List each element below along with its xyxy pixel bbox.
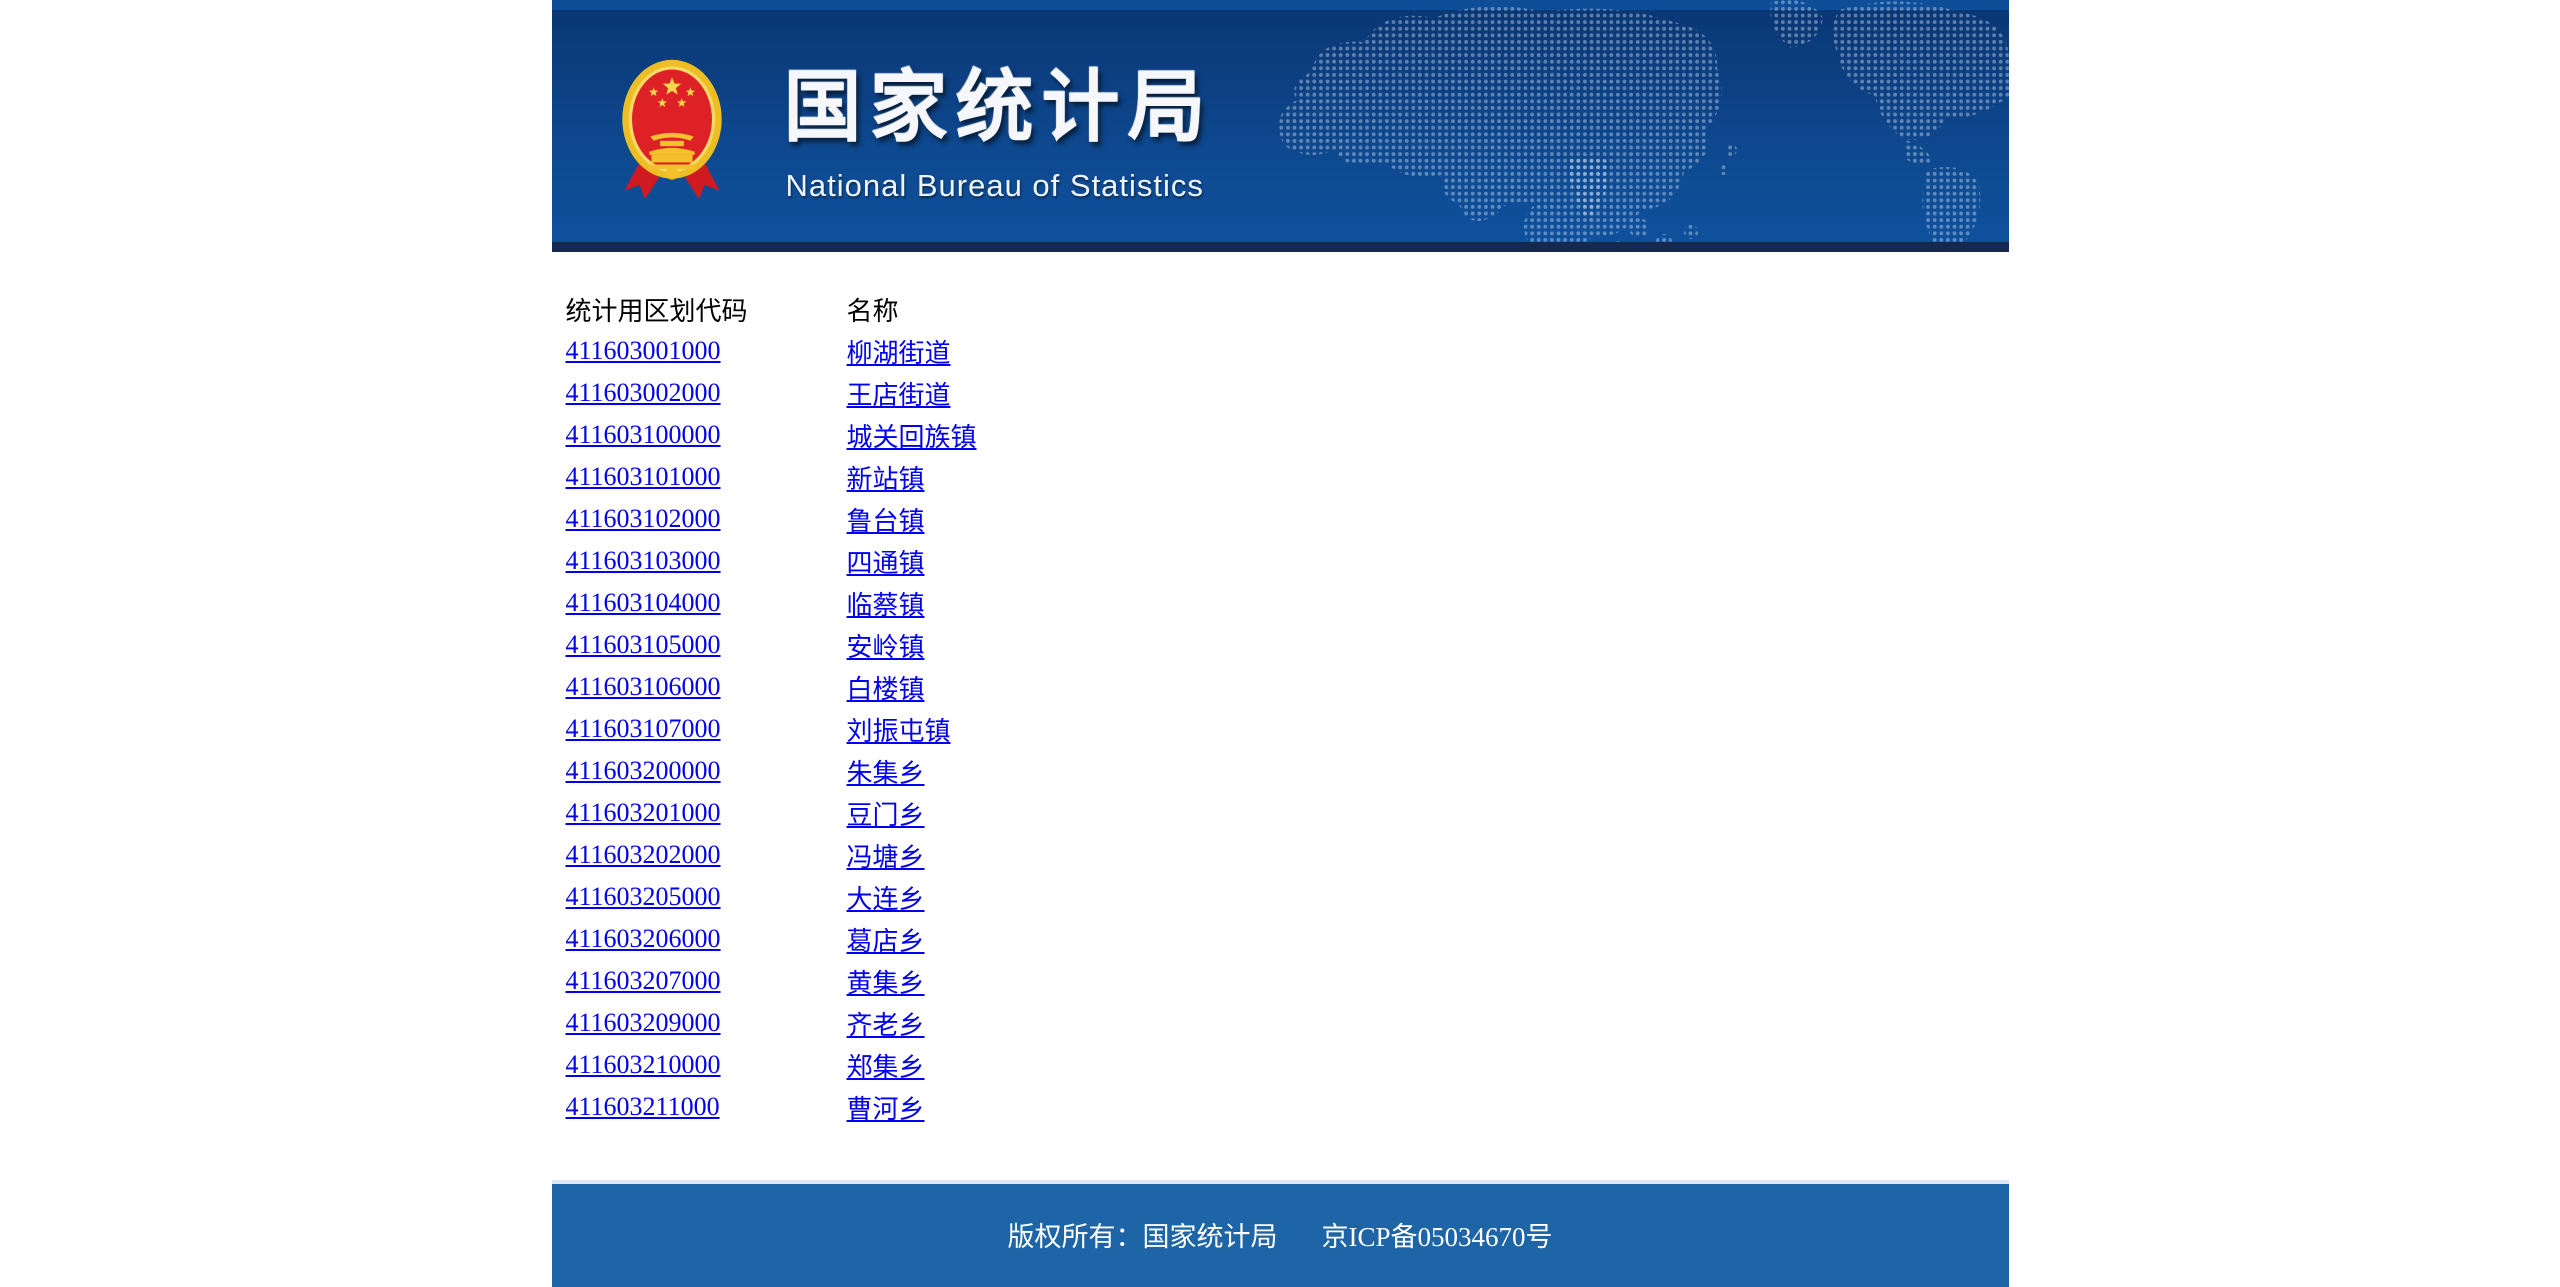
division-code-link[interactable]: 411603205000 — [566, 882, 721, 911]
division-code-link[interactable]: 411603206000 — [566, 924, 721, 953]
division-code-link[interactable]: 411603001000 — [566, 336, 721, 365]
copyright-text: 版权所有：国家统计局 — [1007, 1222, 1278, 1252]
division-code-link[interactable]: 411603100000 — [566, 420, 721, 449]
table-row: 411603106000 白楼镇 — [566, 666, 977, 708]
table-row: 411603101000 新站镇 — [566, 456, 977, 498]
column-header-code: 统计用区划代码 — [565, 296, 748, 326]
division-code-link[interactable]: 411603207000 — [566, 966, 721, 995]
division-code-link[interactable]: 411603211000 — [566, 1092, 720, 1121]
division-name-link[interactable]: 新站镇 — [847, 465, 925, 494]
division-table-header: 统计用区划代码 名称 — [566, 288, 977, 330]
division-name-link[interactable]: 冯塘乡 — [847, 843, 925, 872]
content-area: 统计用区划代码 名称 411603001000 柳湖街道 411603002000 王… — [551, 288, 2009, 1180]
table-row: 411603103000 四通镇 — [566, 540, 977, 582]
site-footer: 版权所有：国家统计局京ICP备05034670号 地址：北京市西城区月坛南街57… — [551, 1180, 2009, 1287]
site-banner: 国家统计局 National Bureau of Statistics — [551, 0, 2009, 252]
column-header-name: 名称 — [846, 296, 899, 326]
division-code-link[interactable]: 411603103000 — [566, 546, 721, 575]
division-name-link[interactable]: 柳湖街道 — [847, 339, 951, 368]
division-code-link[interactable]: 411603101000 — [566, 462, 721, 491]
site-title-en: National Bureau of Statistics — [785, 168, 1204, 203]
table-row: 411603210000 郑集乡 — [566, 1044, 977, 1086]
footer-column: 版权所有：国家统计局京ICP备05034670号 地址：北京市西城区月坛南街57… — [551, 1180, 2009, 1287]
division-name-link[interactable]: 葛店乡 — [847, 927, 925, 956]
division-code-link[interactable]: 411603210000 — [566, 1050, 721, 1079]
division-code-link[interactable]: 411603002000 — [566, 378, 721, 407]
division-code-link[interactable]: 411603102000 — [566, 504, 721, 533]
division-code-link[interactable]: 411603106000 — [566, 672, 721, 701]
division-name-link[interactable]: 鲁台镇 — [847, 507, 925, 536]
division-name-link[interactable]: 郑集乡 — [847, 1053, 925, 1082]
division-code-link[interactable]: 411603104000 — [566, 588, 721, 617]
division-name-link[interactable]: 大连乡 — [847, 885, 925, 914]
table-row: 411603201000 豆门乡 — [566, 792, 977, 834]
table-row: 411603202000 冯塘乡 — [566, 834, 977, 876]
table-row: 411603105000 安岭镇 — [566, 624, 977, 666]
division-code-link[interactable]: 411603202000 — [566, 840, 721, 869]
division-name-link[interactable]: 安岭镇 — [847, 633, 925, 662]
table-row: 411603104000 临蔡镇 — [566, 582, 977, 624]
china-national-emblem-icon — [621, 59, 722, 200]
division-code-link[interactable]: 411603200000 — [566, 756, 721, 785]
division-code-link[interactable]: 411603107000 — [566, 714, 721, 743]
division-name-link[interactable]: 曹河乡 — [847, 1095, 925, 1124]
table-row: 411603205000 大连乡 — [566, 876, 977, 918]
division-name-link[interactable]: 齐老乡 — [847, 1011, 925, 1040]
division-name-link[interactable]: 黄集乡 — [847, 969, 925, 998]
header-row: 统计用区划代码 名称 — [566, 288, 977, 330]
table-row: 411603206000 葛店乡 — [566, 918, 977, 960]
footer-copyright-line: 版权所有：国家统计局 京ICP备05034670号 — [552, 1184, 2009, 1254]
division-name-link[interactable]: 四通镇 — [847, 549, 925, 578]
table-row: 411603102000 鲁台镇 — [566, 498, 977, 540]
table-row: 411603200000 朱集乡 — [566, 750, 977, 792]
division-name-link[interactable]: 城关回族镇 — [847, 423, 977, 452]
site-title-zh: 国家统计局 — [783, 63, 1214, 151]
icp-number: 京ICP备05034670号 — [1321, 1222, 1553, 1252]
table-row: 411603209000 齐老乡 — [566, 1002, 977, 1044]
table-row: 411603002000 王店街道 — [566, 372, 977, 414]
table-row: 411603100000 城关回族镇 — [566, 414, 977, 456]
banner-bottom-strip — [551, 242, 2009, 252]
table-row: 411603207000 黄集乡 — [566, 960, 977, 1002]
page-column: 国家统计局 National Bureau of Statistics 统计用区… — [551, 0, 2009, 1180]
division-name-link[interactable]: 临蔡镇 — [847, 591, 925, 620]
division-name-link[interactable]: 豆门乡 — [847, 801, 925, 830]
division-name-link[interactable]: 王店街道 — [847, 381, 951, 410]
division-code-table: 统计用区划代码 名称 411603001000 柳湖街道 411603002000 王… — [566, 288, 977, 1128]
division-name-link[interactable]: 刘振屯镇 — [847, 717, 951, 746]
table-row: 411603001000 柳湖街道 — [566, 330, 977, 372]
banner-title-block: 国家统计局 National Bureau of Statistics — [784, 62, 1214, 204]
division-code-link[interactable]: 411603105000 — [566, 630, 721, 659]
division-code-link[interactable]: 411603201000 — [566, 798, 721, 827]
world-map-decoration — [1278, 0, 2009, 252]
table-row: 411603107000 刘振屯镇 — [566, 708, 977, 750]
division-name-link[interactable]: 白楼镇 — [847, 675, 925, 704]
division-code-link[interactable]: 411603209000 — [566, 1008, 721, 1037]
division-table-body: 411603001000 柳湖街道 411603002000 王店街道 41160310… — [566, 330, 977, 1128]
table-row: 411603211000 曹河乡 — [566, 1086, 977, 1128]
division-name-link[interactable]: 朱集乡 — [847, 759, 925, 788]
